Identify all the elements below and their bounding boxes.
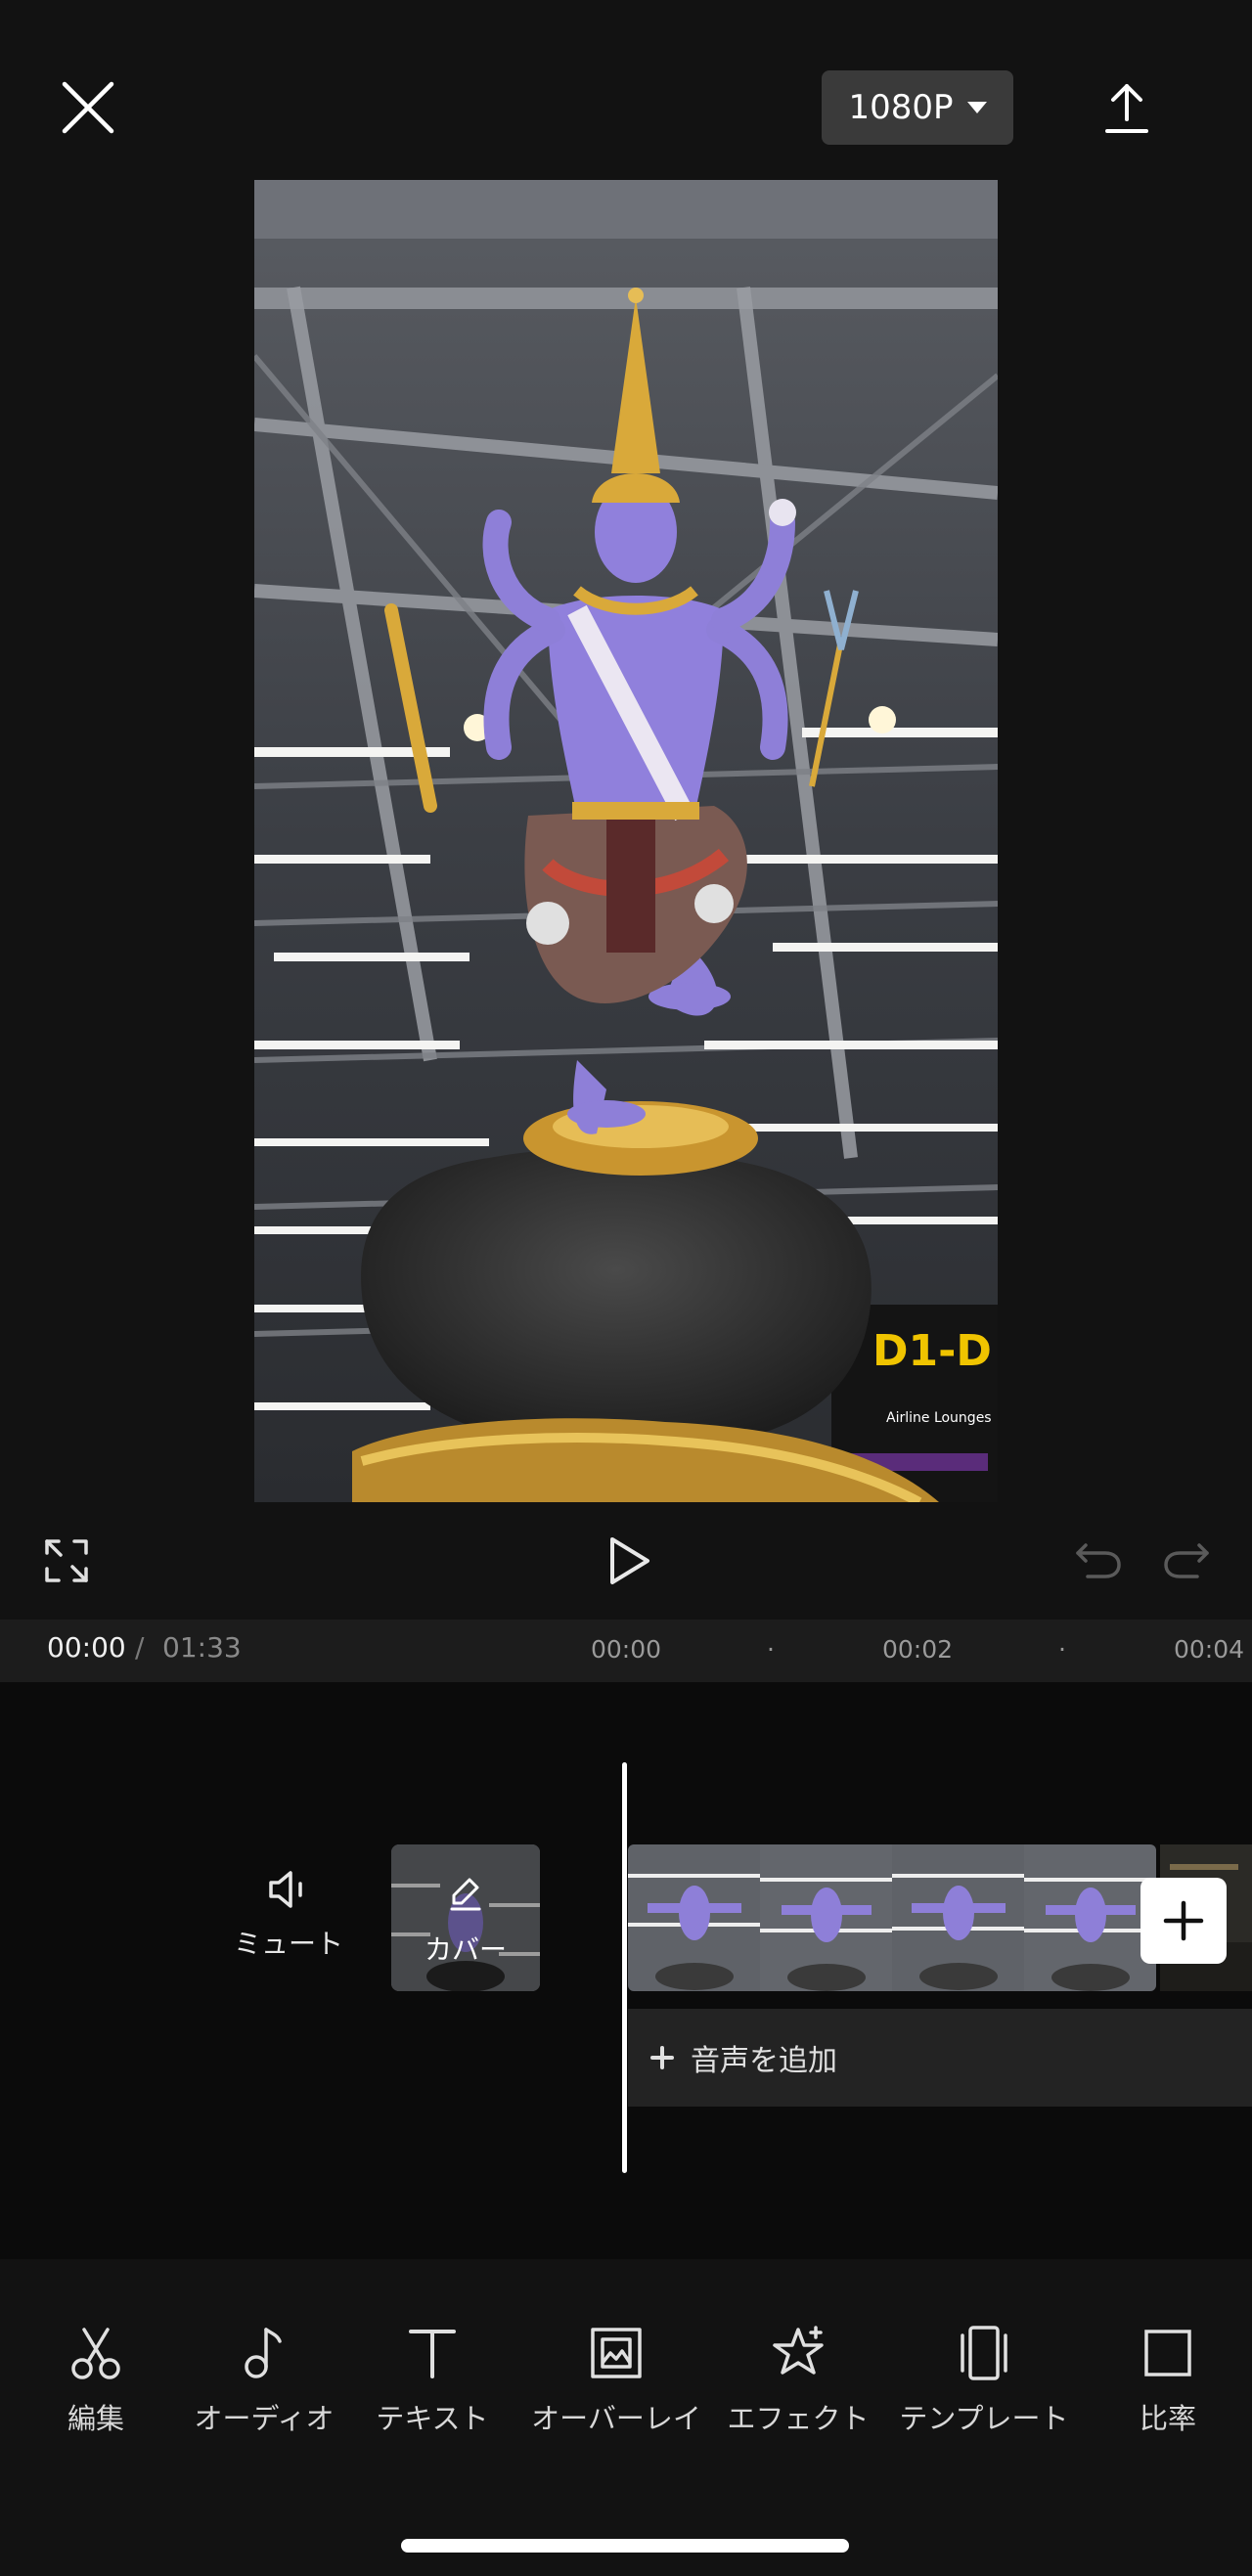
mute-button[interactable]: ミュート [225, 1866, 352, 1962]
play-icon [610, 1537, 649, 1584]
resolution-dropdown[interactable]: 1080P [822, 70, 1013, 145]
clip-frame [892, 1844, 1024, 1991]
close-button[interactable] [57, 76, 119, 139]
play-button[interactable] [601, 1533, 655, 1588]
add-audio-label: 音声を追加 [691, 2044, 837, 2078]
time-separator: / [135, 1631, 145, 1664]
redo-button[interactable] [1162, 1537, 1211, 1580]
fullscreen-button[interactable] [43, 1537, 90, 1584]
redo-icon [1164, 1543, 1209, 1578]
total-duration: 01:33 [162, 1631, 242, 1664]
music-note-icon [245, 2328, 282, 2378]
pencil-icon [450, 1878, 481, 1911]
timeline-tick-dot: · [767, 1635, 775, 1664]
upload-icon [1105, 84, 1148, 133]
export-button[interactable] [1096, 78, 1158, 141]
cover-label: カバー [424, 1933, 507, 1966]
plus-icon [1163, 1900, 1204, 1941]
toolbar-effect-label: エフェクト [727, 2402, 870, 2435]
cover-overlay [391, 1844, 540, 1991]
clip-frame [760, 1844, 892, 1991]
undo-icon [1076, 1543, 1121, 1578]
clip-frame [1024, 1844, 1156, 1991]
timeline-tick-dot: · [1058, 1635, 1066, 1664]
timeline-tick: 00:02 [882, 1635, 954, 1664]
template-icon [961, 2326, 1007, 2380]
speaker-icon [269, 1871, 302, 1908]
toolbar-text[interactable]: テキスト [364, 2324, 501, 2437]
playhead[interactable] [622, 1762, 627, 2173]
resolution-label: 1080P [848, 88, 954, 127]
video-preview[interactable]: D1-D Airline Lounges [254, 180, 998, 1502]
toolbar-template[interactable]: テンプレート [896, 2324, 1072, 2437]
add-clip-button[interactable] [1140, 1878, 1227, 1964]
toolbar-template-label: テンプレート [899, 2402, 1069, 2435]
scissors-icon [71, 2328, 120, 2379]
plus-icon [650, 2046, 674, 2069]
toolbar-audio[interactable]: オーディオ [186, 2324, 342, 2437]
video-clip[interactable] [628, 1844, 1156, 1991]
mute-label: ミュート [233, 1928, 343, 1960]
toolbar-ratio-label: 比率 [1139, 2402, 1196, 2435]
toolbar-audio-label: オーディオ [194, 2402, 335, 2435]
clip-frame [628, 1844, 760, 1991]
toolbar-overlay-label: オーバーレイ [531, 2402, 701, 2435]
add-audio-button[interactable]: 音声を追加 [628, 2009, 1252, 2107]
toolbar-text-label: テキスト [376, 2402, 489, 2435]
ratio-icon [1144, 2330, 1191, 2376]
toolbar-overlay[interactable]: オーバーレイ [528, 2324, 704, 2437]
sign-lounge-text: Airline Lounges [886, 1410, 992, 1426]
toolbar-edit[interactable]: 編集 [47, 2324, 145, 2437]
overlay-icon [591, 2328, 642, 2378]
toolbar-edit-label: 編集 [67, 2402, 124, 2435]
toolbar-ratio[interactable]: 比率 [1125, 2324, 1211, 2437]
effect-star-icon [773, 2326, 824, 2375]
toolbar-effect[interactable]: エフェクト [720, 2324, 876, 2437]
text-icon [409, 2330, 456, 2378]
sign-gate-text: D1-D [872, 1326, 992, 1376]
timeline-tick: 00:04 [1174, 1635, 1245, 1664]
caret-down-icon [966, 102, 987, 113]
close-icon [62, 81, 114, 134]
home-indicator[interactable] [401, 2539, 849, 2553]
expand-icon [45, 1539, 88, 1582]
current-time: 00:00 [47, 1631, 126, 1664]
preview-frame-image: D1-D Airline Lounges [254, 180, 998, 1502]
cover-button[interactable]: カバー [391, 1844, 540, 1991]
undo-button[interactable] [1074, 1537, 1123, 1580]
timeline-tick: 00:00 [591, 1635, 662, 1664]
